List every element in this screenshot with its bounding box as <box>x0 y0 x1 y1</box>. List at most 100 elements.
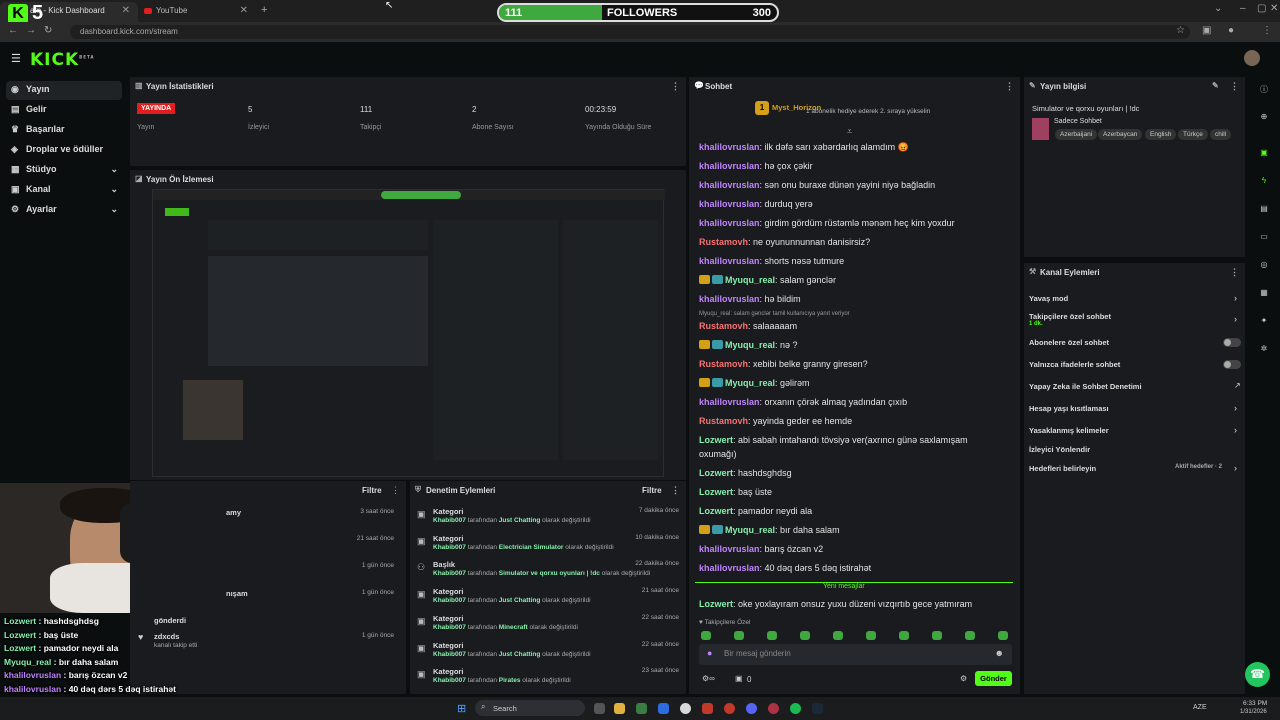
chat-username[interactable]: khalilovruslan <box>699 397 760 407</box>
close-tab-icon[interactable]: ✕ <box>240 5 248 16</box>
chat-username[interactable]: Lozwert <box>699 468 733 478</box>
avatar[interactable] <box>1244 50 1260 66</box>
bookmark-star-icon[interactable]: ☆ <box>1176 25 1185 36</box>
profile-icon[interactable]: ● <box>1228 25 1234 36</box>
chat-username[interactable]: Lozwert <box>699 506 733 516</box>
windows-start-icon[interactable]: ⊞ <box>457 702 466 715</box>
chrome-icon[interactable] <box>680 703 691 714</box>
back-icon[interactable]: ← <box>8 25 18 36</box>
taskbar-search[interactable]: ⌕ Search <box>475 700 585 716</box>
file-explorer-icon[interactable] <box>614 703 625 714</box>
chat-username[interactable]: khalilovruslan <box>699 256 760 266</box>
more-icon[interactable]: ⋮ <box>1005 81 1014 92</box>
stream-tag[interactable]: Türkçe <box>1178 129 1208 140</box>
stream-tag[interactable]: Azerbaijani <box>1055 129 1098 140</box>
channel-action-label[interactable]: İzleyici Yönlendir <box>1029 445 1090 454</box>
chat-username[interactable]: khalilovruslan <box>699 161 760 171</box>
tab-youtube[interactable]: YouTube ✕ <box>140 2 256 22</box>
cog-rail-icon[interactable]: ✲ <box>1258 344 1270 356</box>
chevron-right-icon[interactable]: › <box>1234 403 1237 413</box>
more-icon[interactable]: ⋮ <box>671 485 680 496</box>
new-tab-button[interactable]: + <box>261 4 267 16</box>
mod-events-filter-button[interactable]: Filtre <box>642 486 662 495</box>
sidebar-item-2[interactable]: ♛ Başarılar <box>6 121 122 140</box>
chat-username[interactable]: Rustamovh <box>699 359 748 369</box>
chat-username[interactable]: Rustamovh <box>699 416 748 426</box>
more-icon[interactable]: ⋮ <box>671 81 680 92</box>
channel-action-label[interactable]: Abonelere özel sohbet <box>1029 338 1109 347</box>
stream-tag[interactable]: chill <box>1210 129 1232 140</box>
chat-username[interactable]: Lozwert <box>699 487 733 497</box>
chat-username[interactable]: Rustamovh <box>699 321 748 331</box>
minimize-icon[interactable]: – <box>1240 3 1246 14</box>
browser-menu-icon[interactable]: ⋮ <box>1262 25 1272 36</box>
sidebar-item-4[interactable]: ▦ Stüdyo ⌄ <box>6 161 122 180</box>
sidebar-item-1[interactable]: ▤ Gelir <box>6 101 122 120</box>
hamburger-menu-icon[interactable]: ☰ <box>11 52 21 65</box>
chat-username[interactable]: Lozwert <box>699 435 733 445</box>
kick-logo[interactable]: KICKBETA <box>30 50 94 70</box>
chat-rail-icon[interactable]: ▭ <box>1258 232 1270 244</box>
stream-tag[interactable]: Azerbaycan <box>1098 129 1143 140</box>
emote-icon[interactable] <box>833 631 843 640</box>
extensions-icon[interactable]: ▣ <box>1202 25 1211 36</box>
activity-filter-button[interactable]: Filtre <box>362 486 382 495</box>
app-icon[interactable] <box>768 703 779 714</box>
app-icon[interactable] <box>658 703 669 714</box>
chevron-down-icon[interactable]: ⌄ <box>110 184 118 195</box>
channel-action-label[interactable]: Yapay Zeka ile Sohbet Denetimi <box>1029 382 1142 391</box>
collapse-pinned-icon[interactable]: ⩡ <box>847 126 852 137</box>
app-red-icon[interactable] <box>702 703 713 714</box>
channel-action-label[interactable]: Yasaklanmış kelimeler <box>1029 426 1109 435</box>
send-button[interactable]: Gönder <box>975 671 1012 686</box>
tools-icon[interactable]: ✦ <box>1258 316 1270 328</box>
emoji-icon[interactable]: ☻ <box>995 648 1004 658</box>
close-window-icon[interactable]: ✕ <box>1270 3 1278 14</box>
chat-username[interactable]: khalilovruslan <box>699 294 760 304</box>
external-link-icon[interactable]: ↗ <box>1234 381 1241 390</box>
channel-action-label[interactable]: Yavaş mod <box>1029 294 1068 303</box>
chat-username[interactable]: Myuqu_real <box>725 378 775 388</box>
layout-icon[interactable]: ▦ <box>1258 288 1270 300</box>
emote-icon[interactable] <box>800 631 810 640</box>
more-icon[interactable]: ⋮ <box>391 485 400 496</box>
emote-icon[interactable] <box>965 631 975 640</box>
clip-icon[interactable]: ▣ <box>1258 148 1270 160</box>
gift-icon[interactable]: ▣ <box>735 674 743 683</box>
support-chat-button[interactable]: ☎ <box>1245 662 1270 687</box>
quick-action-icon[interactable]: ⊕ <box>1258 112 1270 124</box>
sidebar-item-3[interactable]: ◈ Droplar ve ödüller <box>6 141 122 160</box>
chat-username[interactable]: Lozwert <box>699 599 733 609</box>
more-icon[interactable]: ⋮ <box>1230 81 1239 92</box>
channel-action-label[interactable]: Yalnızca ifadelerle sohbet <box>1029 360 1120 369</box>
page-icon[interactable]: ▤ <box>1258 204 1270 216</box>
sidebar-item-5[interactable]: ▣ Kanal ⌄ <box>6 181 122 200</box>
chevron-right-icon[interactable]: › <box>1234 425 1237 435</box>
url-field[interactable]: dashboard.kick.com/stream <box>70 25 1190 39</box>
chat-username[interactable]: khalilovruslan <box>699 199 760 209</box>
chat-username[interactable]: Myuqu_real <box>725 340 775 350</box>
search-tabs-icon[interactable]: ⌄ <box>1214 3 1222 14</box>
emote-icon[interactable] <box>701 631 711 640</box>
sidebar-item-0[interactable]: ◉ Yayın <box>6 81 122 100</box>
chat-username[interactable]: khalilovruslan <box>699 142 760 152</box>
chevron-right-icon[interactable]: › <box>1234 314 1237 324</box>
chat-tools-icon[interactable]: ⚙∞ <box>702 674 715 683</box>
emote-icon[interactable] <box>899 631 909 640</box>
chat-username[interactable]: Rustamovh <box>699 237 748 247</box>
emote-icon[interactable] <box>767 631 777 640</box>
chat-username[interactable]: khalilovruslan <box>699 180 760 190</box>
stream-tag[interactable]: English <box>1145 129 1177 140</box>
bolt-icon[interactable]: ϟ <box>1258 176 1270 188</box>
chat-username[interactable]: Myuqu_real <box>725 525 775 535</box>
chevron-right-icon[interactable]: › <box>1234 463 1237 473</box>
chat-username[interactable]: khalilovruslan <box>699 544 760 554</box>
emote-icon[interactable] <box>932 631 942 640</box>
reload-icon[interactable]: ↻ <box>44 25 52 36</box>
emote-icon[interactable] <box>734 631 744 640</box>
channel-action-label[interactable]: Hesap yaşı kısıtlaması <box>1029 404 1109 413</box>
nvidia-icon[interactable] <box>636 703 647 714</box>
clock-time[interactable]: 6:33 PM <box>1243 700 1267 707</box>
task-view-icon[interactable] <box>594 703 605 714</box>
chat-username[interactable]: khalilovruslan <box>699 218 760 228</box>
